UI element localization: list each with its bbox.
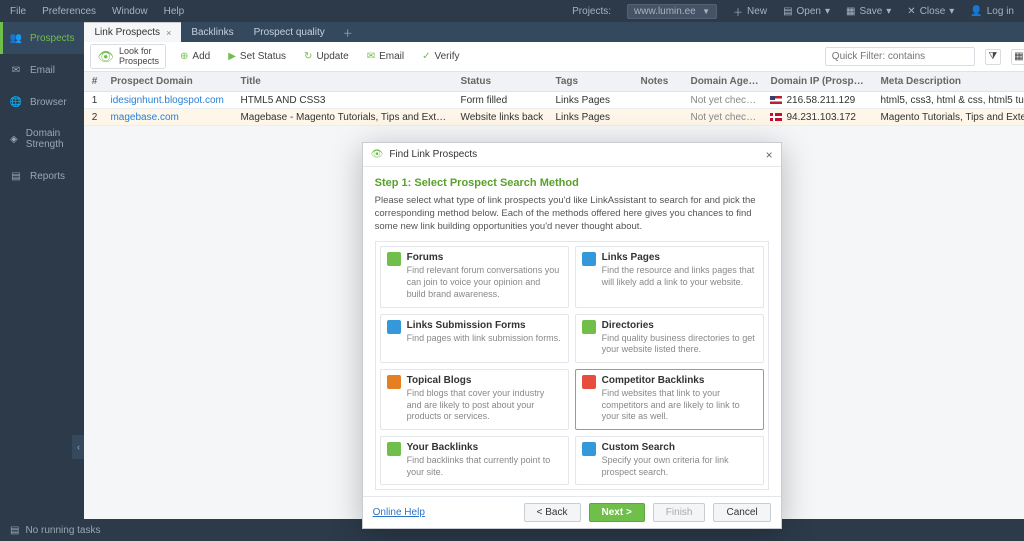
prospect-method-option[interactable]: Directories Find quality business directo… — [575, 314, 764, 363]
sidebar-item-label: Browser — [30, 97, 67, 108]
sidebar-item-domain-strength[interactable]: ◈ Domain Strength — [0, 118, 84, 160]
method-icon — [387, 320, 401, 334]
prospect-method-option[interactable]: Your Backlinks Find backlinks that curren… — [380, 436, 569, 485]
project-dropdown[interactable]: www.lumin.ee ▼ — [627, 4, 717, 19]
menu-preferences[interactable]: Preferences — [42, 6, 96, 17]
modal-footer: Online Help < Back Next > Finish Cancel — [363, 496, 781, 528]
modal-header: 👁 Find Link Prospects × — [363, 143, 781, 167]
folder-icon: ▤ — [783, 6, 792, 17]
modal-close-button[interactable]: × — [766, 148, 773, 162]
report-icon: ▤ — [10, 170, 22, 182]
save-button[interactable]: ▦Save▾ — [846, 6, 891, 17]
option-title: Forums — [407, 252, 562, 263]
option-title: Custom Search — [602, 442, 757, 453]
option-title: Competitor Backlinks — [602, 375, 757, 386]
sidebar-item-label: Domain Strength — [26, 128, 75, 150]
back-button[interactable]: < Back — [524, 503, 581, 522]
login-button[interactable]: 👤Log in — [970, 6, 1014, 17]
cancel-button[interactable]: Cancel — [713, 503, 770, 522]
tasks-icon: ▤ — [10, 525, 19, 536]
method-icon — [387, 252, 401, 266]
content-area: Link Prospects × Backlinks Prospect qual… — [84, 22, 1024, 519]
project-value: www.lumin.ee — [634, 6, 696, 17]
option-desc: Find websites that link to your competit… — [602, 388, 757, 423]
sidebar: 👥 Prospects ✉ Email 🌐 Browser ◈ Domain S… — [0, 22, 84, 519]
method-icon — [582, 442, 596, 456]
chevron-down-icon: ▾ — [949, 6, 954, 17]
menu-help[interactable]: Help — [164, 6, 185, 17]
method-icon — [582, 320, 596, 334]
method-icon — [582, 375, 596, 389]
top-menubar: File Preferences Window Help Projects: w… — [0, 0, 1024, 22]
people-icon: 👥 — [10, 32, 22, 44]
user-icon: 👤 — [970, 6, 982, 17]
option-desc: Find relevant forum conversations you ca… — [407, 265, 562, 300]
sidebar-item-label: Reports — [30, 171, 65, 182]
step-title: Step 1: Select Prospect Search Method — [375, 177, 769, 189]
close-button[interactable]: ✕Close▾ — [907, 6, 954, 17]
close-icon: ✕ — [907, 6, 915, 17]
method-icon — [582, 252, 596, 266]
sidebar-item-label: Email — [30, 65, 55, 76]
globe-icon: 🌐 — [10, 96, 22, 108]
open-button[interactable]: ▤Open▾ — [783, 6, 830, 17]
option-title: Your Backlinks — [407, 442, 562, 453]
options-grid: Forums Find relevant forum conversations … — [380, 246, 764, 485]
menu-window[interactable]: Window — [112, 6, 148, 17]
chevron-down-icon: ▾ — [825, 6, 830, 17]
sidebar-item-browser[interactable]: 🌐 Browser — [0, 86, 84, 118]
option-desc: Find pages with link submission forms. — [407, 333, 562, 345]
save-icon: ▦ — [846, 6, 855, 17]
prospect-method-option[interactable]: Links Pages Find the resource and links p… — [575, 246, 764, 307]
sidebar-item-prospects[interactable]: 👥 Prospects — [0, 22, 84, 54]
option-title: Links Pages — [602, 252, 757, 263]
modal-title: Find Link Prospects — [389, 149, 477, 160]
prospect-method-option[interactable]: Links Submission Forms Find pages with li… — [380, 314, 569, 363]
option-title: Links Submission Forms — [407, 320, 562, 331]
next-button[interactable]: Next > — [589, 503, 645, 522]
chevron-down-icon: ▼ — [702, 7, 710, 16]
method-icon — [387, 375, 401, 389]
prospect-method-option[interactable]: Competitor Backlinks Find websites that l… — [575, 369, 764, 430]
new-button[interactable]: ＋New — [733, 4, 767, 19]
running-tasks-label: No running tasks — [25, 525, 100, 536]
option-title: Directories — [602, 320, 757, 331]
projects-label: Projects: — [572, 6, 611, 17]
shield-icon: ◈ — [10, 133, 18, 145]
sidebar-item-label: Prospects — [30, 33, 74, 44]
modal-overlay: 👁 Find Link Prospects × Step 1: Select P… — [84, 22, 1024, 519]
method-icon — [387, 442, 401, 456]
chevron-down-icon: ▾ — [886, 6, 891, 17]
option-desc: Find blogs that cover your industry and … — [407, 388, 562, 423]
step-description: Please select what type of link prospect… — [375, 195, 769, 233]
option-desc: Find the resource and links pages that w… — [602, 265, 757, 288]
prospect-method-option[interactable]: Custom Search Specify your own criteria f… — [575, 436, 764, 485]
option-desc: Find quality business directories to get… — [602, 333, 757, 356]
menu-file[interactable]: File — [10, 6, 26, 17]
option-title: Topical Blogs — [407, 375, 562, 386]
option-desc: Find backlinks that currently point to y… — [407, 455, 562, 478]
find-prospects-modal: 👁 Find Link Prospects × Step 1: Select P… — [362, 142, 782, 529]
plus-icon: ＋ — [733, 4, 743, 19]
mail-icon: ✉ — [10, 64, 22, 76]
prospect-method-option[interactable]: Topical Blogs Find blogs that cover your … — [380, 369, 569, 430]
online-help-link[interactable]: Online Help — [373, 507, 425, 518]
binoculars-icon: 👁 — [371, 149, 384, 160]
sidebar-item-reports[interactable]: ▤ Reports — [0, 160, 84, 192]
sidebar-item-email[interactable]: ✉ Email — [0, 54, 84, 86]
prospect-method-option[interactable]: Forums Find relevant forum conversations … — [380, 246, 569, 307]
finish-button[interactable]: Finish — [653, 503, 706, 522]
collapse-sidebar-button[interactable]: ‹ — [72, 435, 84, 459]
option-desc: Specify your own criteria for link prosp… — [602, 455, 757, 478]
